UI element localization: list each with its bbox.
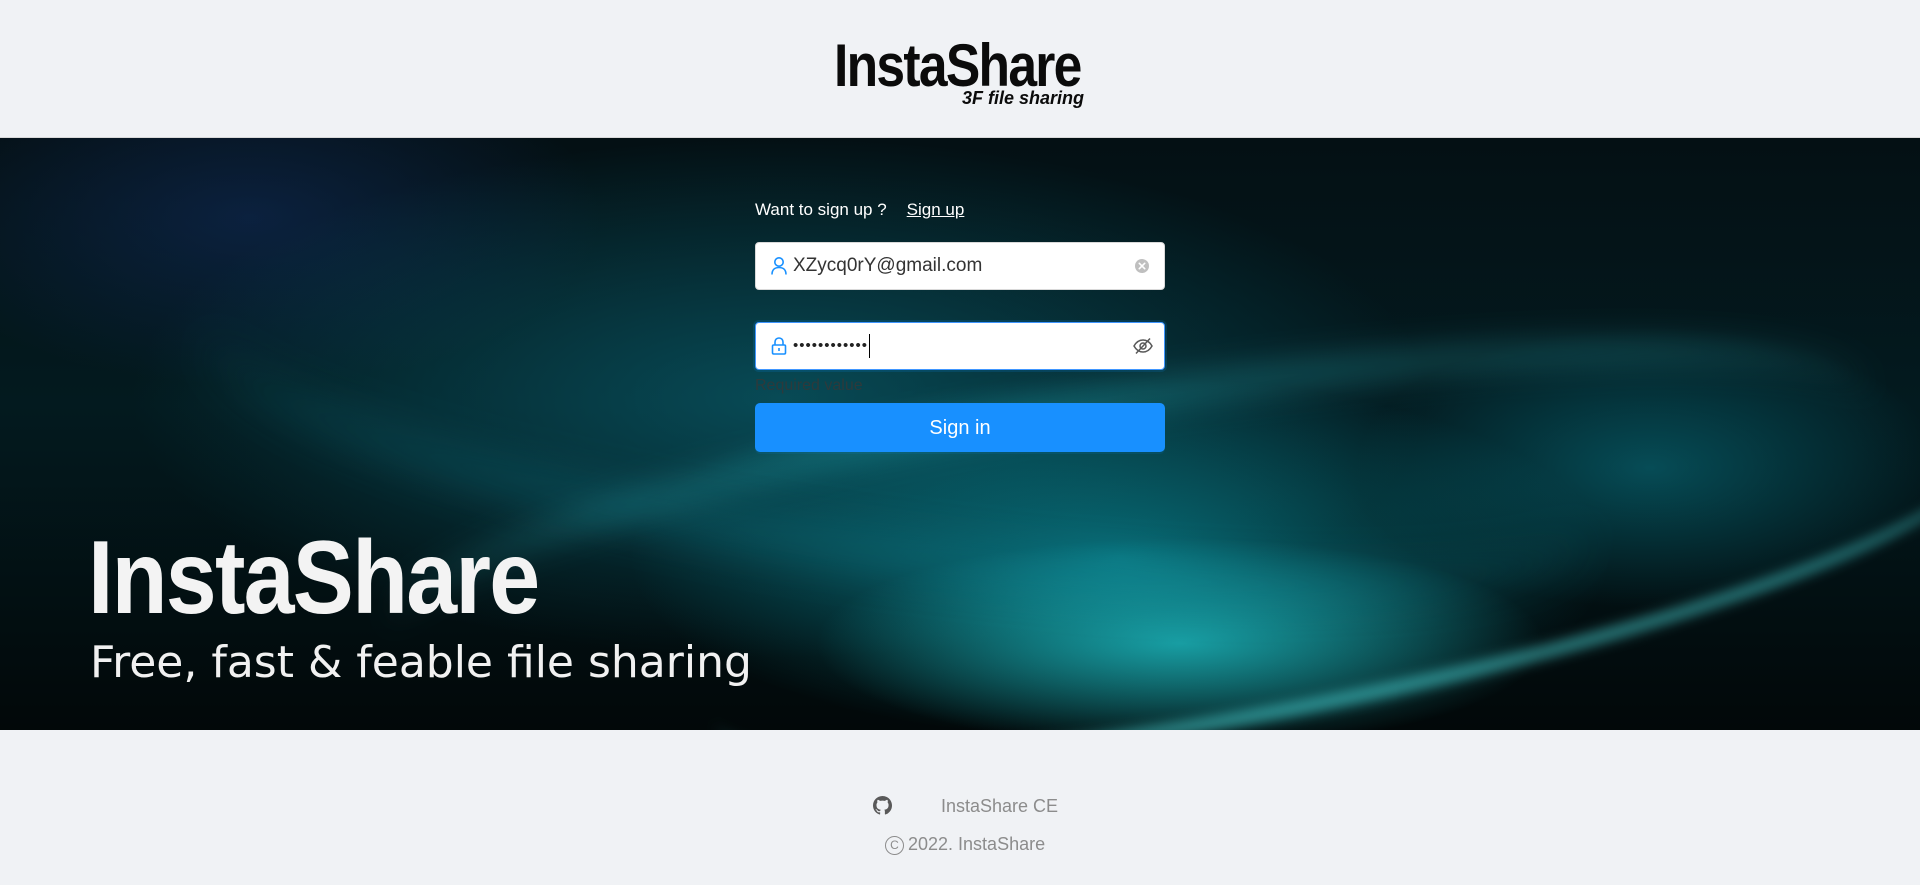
lock-icon (770, 336, 788, 356)
signup-link[interactable]: Sign up (907, 200, 965, 219)
copyright-icon: C (885, 836, 904, 855)
footer-copyright: C 2022. InstaShare (885, 832, 1045, 856)
copyright-text: 2022. InstaShare (908, 834, 1046, 854)
sign-in-button[interactable]: Sign in (755, 403, 1165, 452)
password-masked-text: •••••••••••• (793, 337, 869, 354)
page-footer: InstaShare CE C 2022. InstaShare (0, 730, 1920, 885)
password-error-message: Required value (755, 377, 863, 394)
user-icon (770, 256, 788, 276)
text-caret (869, 334, 871, 359)
signup-prompt: Want to sign up ? (755, 200, 887, 219)
logo-subtitle: 3F file sharing (961, 88, 1084, 108)
footer-project-link[interactable]: InstaShare CE (941, 794, 1058, 818)
hero-tagline: Free, fast & feable file sharing (90, 637, 752, 688)
page-header: InstaShare 3F file sharing (0, 0, 1920, 139)
email-value: XZycq0rY@gmail.com (793, 255, 983, 276)
eye-invisible-icon[interactable] (1132, 336, 1153, 356)
email-field[interactable]: XZycq0rY@gmail.com (755, 242, 1165, 290)
instashare-logo: InstaShare 3F file sharing (834, 36, 1086, 110)
hero-light-streak (689, 335, 1920, 730)
password-value: •••••••••••• (793, 323, 871, 369)
signup-prompt-row: Want to sign up ? Sign up (755, 196, 964, 224)
clear-icon[interactable] (1132, 256, 1152, 276)
hero-title: InstaShare (88, 520, 540, 636)
logo-title: InstaShare (834, 32, 1082, 99)
github-icon[interactable] (873, 796, 892, 815)
password-field[interactable]: •••••••••••• (755, 322, 1165, 370)
